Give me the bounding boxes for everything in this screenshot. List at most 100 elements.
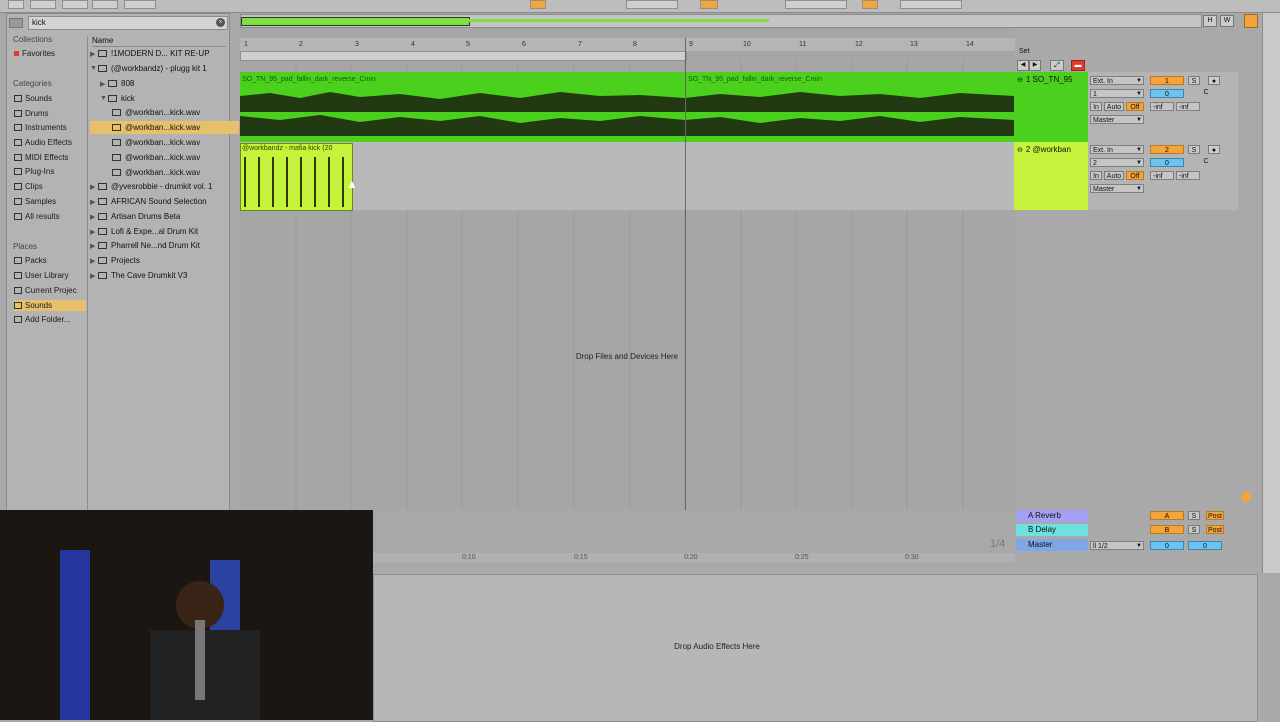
- list-item[interactable]: ▶ Pharrell Ne...nd Drum Kit: [90, 239, 226, 252]
- sidebar-item-sounds[interactable]: Sounds: [14, 93, 52, 104]
- expand-icon[interactable]: ⤢: [1050, 60, 1064, 71]
- sidebar-item-midi-effects[interactable]: MIDI Effects: [14, 152, 68, 163]
- sidebar-item-instruments[interactable]: Instruments: [14, 122, 67, 133]
- track-1-title[interactable]: ⊖ 1 SO_TN_95: [1017, 74, 1073, 85]
- toolbar-button[interactable]: [124, 0, 156, 9]
- monitor-off-button[interactable]: Off: [1126, 102, 1144, 111]
- return-a-activator[interactable]: A: [1150, 511, 1184, 520]
- input-type-select[interactable]: Ext. In: [1090, 76, 1144, 86]
- sidebar-item-add-folder[interactable]: Add Folder...: [14, 314, 70, 325]
- list-item[interactable]: ▶ AFRICAN Sound Selection: [90, 195, 226, 208]
- clip-title[interactable]: SO_TN_95_pad_fallin_dark_reverse_Cmin: [242, 76, 376, 83]
- output-select[interactable]: Master: [1090, 184, 1144, 194]
- send-b-field[interactable]: -inf: [1176, 171, 1200, 180]
- monitor-in-button[interactable]: In: [1090, 171, 1102, 180]
- drop-zone[interactable]: Drop Files and Devices Here: [240, 352, 1014, 361]
- list-item[interactable]: @workban...kick.wav: [90, 136, 248, 149]
- master-pan-field[interactable]: 0: [1188, 541, 1222, 550]
- sidebar-item-sounds-folder[interactable]: Sounds: [14, 300, 86, 311]
- w-toggle-button[interactable]: W: [1220, 15, 1234, 27]
- collapse-icon[interactable]: ⊖: [1017, 76, 1023, 84]
- monitor-off-button[interactable]: Off: [1126, 171, 1144, 180]
- grid-fraction[interactable]: 1/4: [990, 538, 1005, 550]
- sidebar-item-clips[interactable]: Clips: [14, 181, 43, 192]
- send-a-field[interactable]: -inf: [1150, 102, 1174, 111]
- sidebar-item-current-project[interactable]: Current Projec: [14, 285, 77, 296]
- pan-knob[interactable]: C: [1196, 89, 1216, 98]
- back-to-arrangement-icon[interactable]: ◀: [1017, 60, 1029, 71]
- monitor-auto-button[interactable]: Auto: [1104, 171, 1124, 180]
- input-type-select[interactable]: Ext. In: [1090, 145, 1144, 155]
- return-b-activator[interactable]: B: [1150, 525, 1184, 534]
- list-item[interactable]: ▶ 808: [90, 77, 236, 90]
- drop-effects-zone[interactable]: Drop Audio Effects Here: [373, 642, 1061, 651]
- list-item[interactable]: @workban...kick.wav: [90, 151, 248, 164]
- list-item[interactable]: ▶ !1MODERN D... KIT RE-UP: [90, 47, 226, 60]
- monitor-in-button[interactable]: In: [1090, 102, 1102, 111]
- metronome-button[interactable]: [700, 0, 718, 9]
- track-activator[interactable]: 2: [1150, 145, 1184, 154]
- loop-display[interactable]: [900, 0, 962, 9]
- sidebar-item-favorites[interactable]: Favorites: [14, 48, 55, 59]
- volume-field[interactable]: 0: [1150, 89, 1184, 98]
- volume-field[interactable]: 0: [1150, 158, 1184, 167]
- menu-icon[interactable]: [1244, 14, 1258, 28]
- list-item[interactable]: ▶ @yvesrobbie - drumkit vol. 1: [90, 180, 226, 193]
- list-item[interactable]: ▶ Artisan Drums Beta: [90, 210, 226, 223]
- post-button[interactable]: Post: [1206, 525, 1224, 534]
- list-item[interactable]: ▼ (@workbandz) - plugg kit 1: [90, 62, 226, 75]
- set-button[interactable]: Set: [1019, 48, 1030, 55]
- list-item-selected[interactable]: @workban...kick.wav: [90, 121, 248, 134]
- cue-out-select[interactable]: ll 1/2: [1090, 541, 1144, 551]
- sidebar-item-drums[interactable]: Drums: [14, 108, 49, 119]
- list-item[interactable]: @workban...kick.wav: [90, 166, 248, 179]
- record-arm-icon[interactable]: ▬: [1071, 60, 1085, 71]
- track-2-title[interactable]: ⊖ 2 @workban: [1017, 144, 1071, 155]
- solo-button[interactable]: S: [1188, 76, 1200, 85]
- output-select[interactable]: Master: [1090, 115, 1144, 125]
- sidebar-item-samples[interactable]: Samples: [14, 196, 56, 207]
- track-2-lane[interactable]: [240, 142, 1014, 210]
- arrangement-overview[interactable]: [240, 14, 1202, 28]
- transport-controls[interactable]: [626, 0, 678, 9]
- solo-button[interactable]: S: [1188, 145, 1200, 154]
- name-column-header[interactable]: Name: [92, 36, 226, 47]
- toolbar-button[interactable]: [8, 0, 24, 9]
- return-track-b[interactable]: B Delay: [1016, 524, 1088, 536]
- sidebar-item-user-library[interactable]: User Library: [14, 270, 69, 281]
- follow-icon[interactable]: ▶: [1029, 60, 1041, 71]
- send-b-field[interactable]: -inf: [1176, 102, 1200, 111]
- master-track[interactable]: Master: [1016, 539, 1088, 551]
- list-item[interactable]: ▼ kick: [90, 92, 236, 105]
- solo-button[interactable]: S: [1188, 525, 1200, 534]
- loop-brace[interactable]: [240, 51, 687, 61]
- right-scrollbar[interactable]: [1262, 13, 1280, 573]
- arm-button[interactable]: ●: [1208, 76, 1220, 85]
- record-button[interactable]: [862, 0, 878, 9]
- track-activator[interactable]: 1: [1150, 76, 1184, 85]
- list-item[interactable]: @workban...kick.wav: [90, 106, 248, 119]
- sidebar-item-all-results[interactable]: All results: [14, 211, 60, 222]
- search-input[interactable]: kick ×: [28, 16, 228, 30]
- overview-viewport[interactable]: [241, 17, 470, 26]
- send-a-field[interactable]: -inf: [1150, 171, 1174, 180]
- list-item[interactable]: ▶ Projects: [90, 254, 226, 267]
- h-toggle-button[interactable]: H: [1203, 15, 1217, 27]
- collapse-icon[interactable]: ⊖: [1017, 146, 1023, 154]
- position-display[interactable]: [785, 0, 847, 9]
- solo-button[interactable]: S: [1188, 511, 1200, 520]
- master-volume-field[interactable]: 0: [1150, 541, 1184, 550]
- toolbar-button[interactable]: [92, 0, 118, 9]
- input-channel-select[interactable]: 2: [1090, 158, 1144, 168]
- arm-button[interactable]: ●: [1208, 145, 1220, 154]
- sidebar-item-plug-ins[interactable]: Plug-Ins: [14, 166, 54, 177]
- return-track-a[interactable]: A Reverb: [1016, 510, 1088, 522]
- toolbar-button[interactable]: [30, 0, 56, 9]
- list-item[interactable]: ▶ Lofi & Expe...al Drum Kit: [90, 225, 226, 238]
- pan-knob[interactable]: C: [1196, 158, 1216, 167]
- close-icon[interactable]: ×: [216, 18, 225, 27]
- input-channel-select[interactable]: 1: [1090, 89, 1144, 99]
- sidebar-item-packs[interactable]: Packs: [14, 255, 47, 266]
- toolbar-button[interactable]: [62, 0, 88, 9]
- post-button[interactable]: Post: [1206, 511, 1224, 520]
